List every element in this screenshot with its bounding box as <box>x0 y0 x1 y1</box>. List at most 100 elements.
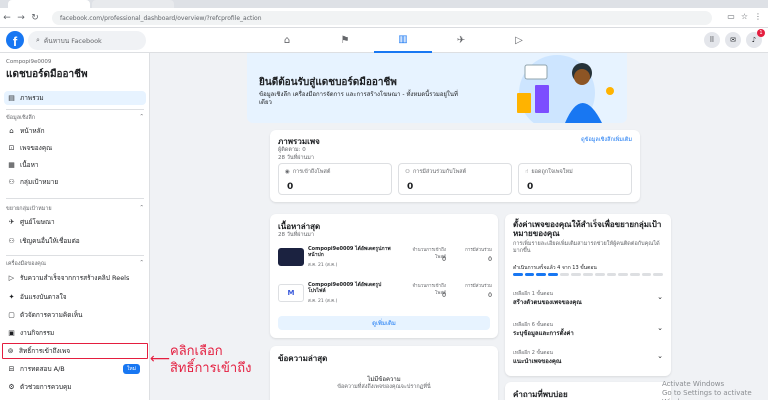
sidebar-item-label: ตัวช่วยการควบคุม <box>20 383 72 391</box>
divider <box>6 198 144 199</box>
home-icon[interactable]: ⌂ <box>258 28 316 53</box>
section-header-label: ข้อมูลเชิงลึก <box>6 115 36 121</box>
period-label: 28 วันที่ผ่านมา <box>278 155 315 161</box>
setup-progress-bar <box>513 273 663 276</box>
post-title: Compopi9e0009 ได้อัพเดตรูปโปรไฟล์ <box>308 282 382 294</box>
stat-label: การมีส่วนร่วมกับโพสต์ <box>412 169 467 175</box>
sidebar-item-events[interactable]: ▣ งานกิจกรรม <box>4 326 146 340</box>
sidebar-item-ab-test[interactable]: ⊟ การทดสอบ A/B ใหม่ <box>4 362 146 376</box>
browser-tab[interactable] <box>92 0 174 8</box>
recent-content-card: เนื้อหาล่าสุด 28 วันที่ผ่านมา Compopi9e0… <box>270 214 498 338</box>
more-insights-link[interactable]: ดูข้อมูลเชิงลึกเพิ่มเติม <box>581 136 632 144</box>
page-icon: ⊡ <box>8 144 15 152</box>
setup-task[interactable]: เหลืออีก 2 ขั้นตอน แนะนำเพจของคุณ ⌄ <box>513 345 663 369</box>
faq-card: คำถามที่พบบ่อย <box>505 382 671 400</box>
megaphone-icon[interactable]: ✈ <box>432 28 490 53</box>
sidebar-item-inspiration[interactable]: ✦ อันแรงบันดาลใจ <box>4 290 146 304</box>
browser-actions: ▭ ☆ ⋮ <box>727 12 762 21</box>
reload-icon[interactable]: ↻ <box>28 11 42 25</box>
dashboard-icon[interactable]: ▥ <box>374 28 432 53</box>
sidebar-item-comment-manager[interactable]: ▢ ตัวจัดการความคิดเห็น <box>4 308 146 322</box>
banner-title: ยินดีต้อนรับสู่แดชบอร์ดมืออาชีพ <box>259 77 397 88</box>
sidebar-item-label: อันแรงบันดาลใจ <box>20 293 67 301</box>
stat-new-page-likes[interactable]: ☝ ยอดถูกใจเพจใหม่ 0 <box>518 163 632 195</box>
search-input[interactable]: ⌕ ค้นหาบน Facebook <box>28 31 146 50</box>
notifications-bell-icon[interactable]: ♪ 1 <box>746 29 765 48</box>
setup-task[interactable]: เหลืออีก 1 ขั้นตอน สร้างตัวตนของเพจของคุ… <box>513 286 663 310</box>
chevron-down-icon: ⌄ <box>657 324 663 332</box>
stat-value: 0 <box>527 182 534 192</box>
reach-icon: ◉ <box>285 169 290 175</box>
setup-description: การเพิ่มรายละเอียดเพิ่มเติมสามารถช่วยให้… <box>513 241 660 254</box>
sidebar-item-label: ตัวจัดการความคิดเห็น <box>20 311 83 319</box>
bookmark-star-icon[interactable]: ☆ <box>741 12 748 21</box>
sidebar-item-your-pages[interactable]: ⊡ เพจของคุณ <box>4 141 146 155</box>
sidebar-item-page-access[interactable]: ⊚ สิทธิ์การเข้าถึงเพจ <box>2 343 148 359</box>
stat-post-engagement[interactable]: ⚇ การมีส่วนร่วมกับโพสต์ 0 <box>398 163 512 195</box>
watermark-line-2: Go to Settings to activate Windows. <box>662 389 752 400</box>
sidebar-item-home[interactable]: ⌂ หน้าหลัก <box>4 124 146 138</box>
megaphone-icon: ✈ <box>8 218 15 226</box>
content-icon: ▦ <box>8 161 15 169</box>
sidebar-item-label: กลุ่มเป้าหมาย <box>20 178 59 186</box>
search-placeholder: ค้นหาบน Facebook <box>43 36 102 45</box>
content-row[interactable]: M Compopi9e0009 ได้อัพเดตรูปโปรไฟล์ ส.ค.… <box>274 280 494 308</box>
thumbs-up-icon: ☝ <box>525 169 529 175</box>
stat-value: 0 <box>407 182 414 192</box>
calendar-icon: ▣ <box>8 329 15 337</box>
see-more-button[interactable]: ดูเพิ่มเติม <box>278 316 490 330</box>
progress-segment <box>629 273 640 276</box>
facebook-logo-icon[interactable]: f <box>6 31 24 49</box>
header-actions: ⠿ ✉ ♪ 1 <box>704 29 765 48</box>
flag-icon[interactable]: ⚑ <box>316 28 374 53</box>
stat-post-reach[interactable]: ◉ การเข้าถึงโพสต์ 0 <box>278 163 392 195</box>
overview-icon: ▤ <box>8 94 15 102</box>
menu-grid-icon[interactable]: ⠿ <box>704 32 720 48</box>
reach-value: 0 <box>442 256 446 263</box>
messenger-icon[interactable]: ✉ <box>725 32 741 48</box>
page-overview-card: ภาพรวมเพจ ผู้ติดตาม: 0 28 วันที่ผ่านมา ด… <box>270 130 640 202</box>
engagement-value: 0 <box>488 292 492 299</box>
lightbulb-icon: ✦ <box>8 293 15 301</box>
content-row[interactable]: Compopi9e0009 ได้อัพเดตรูปภาพหน้าปก ส.ค.… <box>274 244 494 272</box>
sidebar-item-ad-center[interactable]: ✈ ศูนย์โฆษณา <box>4 215 146 229</box>
url-field[interactable]: facebook.com/professional_dashboard/over… <box>52 11 712 25</box>
browser-menu-icon[interactable]: ⋮ <box>754 12 762 21</box>
new-badge: ใหม่ <box>122 364 140 374</box>
video-icon[interactable]: ▷ <box>490 28 548 53</box>
back-icon[interactable]: ← <box>0 11 14 25</box>
sidebar-item-label: รับความสำเร็จจากการสร้างคลิป Reels <box>20 274 130 282</box>
sidebar-item-overview[interactable]: ▤ ภาพรวม <box>4 91 146 105</box>
section-header[interactable]: เครื่องมือของคุณ ⌃ <box>6 260 144 268</box>
sidebar-item-content[interactable]: ▦ เนื้อหา <box>4 158 146 172</box>
sidebar: Compopi9e0009 แดชบอร์ดมืออาชีพ ▤ ภาพรวม … <box>0 53 150 400</box>
chevron-up-icon: ⌃ <box>139 114 144 120</box>
welcome-banner: ยินดีต้อนรับสู่แดชบอร์ดมืออาชีพ ข้อมูลเช… <box>247 53 627 123</box>
task-text: สร้างตัวตนของเพจของคุณ <box>513 299 582 306</box>
banner-subtitle: ข้อมูลเชิงลึก เครื่องมือการจัดการ และการ… <box>259 91 458 106</box>
cast-icon[interactable]: ▭ <box>727 12 735 21</box>
setup-task[interactable]: เหลืออีก 6 ขั้นตอน ระบุข้อมูลและการตั้งค… <box>513 317 663 341</box>
sidebar-item-reels[interactable]: ▷ รับความสำเร็จจากการสร้างคลิป Reels <box>4 271 146 285</box>
sidebar-item-moderation-assist[interactable]: ⚙ ตัวช่วยการควบคุม <box>4 380 146 394</box>
section-header-label: เครื่องมือของคุณ <box>6 261 46 267</box>
windows-activation-watermark: Activate Windows Go to Settings to activ… <box>662 380 768 400</box>
browser-tab[interactable] <box>8 0 90 8</box>
forward-icon[interactable]: → <box>14 11 28 25</box>
progress-segment <box>571 273 582 276</box>
progress-segment <box>653 273 663 276</box>
sidebar-item-invite[interactable]: ⚇ เชิญคนอื่นให้เชื่อมต่อ <box>4 234 146 248</box>
people-icon: ⚇ <box>405 169 410 175</box>
sidebar-item-audience[interactable]: ⚇ กลุ่มเป้าหมาย <box>4 175 146 189</box>
post-thumbnail <box>278 248 304 266</box>
post-thumbnail: M <box>278 284 304 302</box>
section-header[interactable]: ขยายกลุ่มเป้าหมาย ⌃ <box>6 205 144 213</box>
progress-segment <box>559 273 570 276</box>
engagement-value: 0 <box>488 256 492 263</box>
annotation-line-2: สิทธิ์การเข้าถึง <box>170 361 252 376</box>
gear-icon: ⚙ <box>8 383 15 391</box>
key-icon: ⊚ <box>7 347 14 355</box>
page-id: Compopi9e0009 <box>6 59 52 65</box>
reels-icon: ▷ <box>8 274 15 282</box>
section-header[interactable]: ข้อมูลเชิงลึก ⌃ <box>6 114 144 122</box>
